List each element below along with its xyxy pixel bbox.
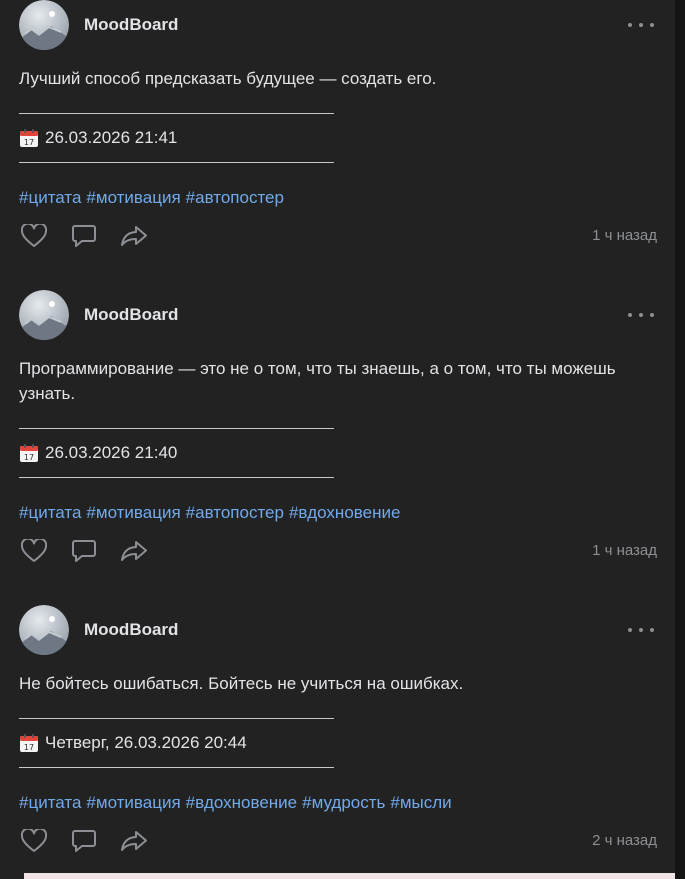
share-button[interactable]: [119, 221, 149, 251]
svg-text:17: 17: [24, 743, 34, 752]
news-feed: MoodBoard Лучший способ предсказать буду…: [0, 0, 675, 879]
heart-icon: [21, 539, 47, 562]
more-options-icon[interactable]: [628, 623, 654, 637]
post-author[interactable]: MoodBoard: [84, 15, 178, 35]
comment-icon: [72, 830, 96, 852]
comment-button[interactable]: [69, 221, 99, 251]
comment-button[interactable]: [69, 826, 99, 856]
divider: [19, 113, 334, 114]
divider: [19, 162, 334, 163]
post: MoodBoard Не бойтесь ошибаться. Бойтесь …: [0, 605, 675, 875]
post-date: 17 26.03.2026 21:40: [19, 442, 177, 464]
comment-icon: [72, 225, 96, 247]
comment-icon: [72, 540, 96, 562]
calendar-icon: 17: [20, 734, 38, 752]
hashtag-link[interactable]: #цитата: [19, 188, 81, 207]
avatar[interactable]: [19, 0, 69, 50]
hashtag-link[interactable]: #вдохновение: [186, 793, 297, 812]
like-button[interactable]: [19, 536, 49, 566]
hashtag-link[interactable]: #мотивация: [86, 793, 180, 812]
share-button[interactable]: [119, 536, 149, 566]
divider: [19, 718, 334, 719]
avatar[interactable]: [19, 605, 69, 655]
hashtags: #цитата #мотивация #автопостер: [19, 187, 289, 209]
hashtag-link[interactable]: #мудрость: [302, 793, 385, 812]
avatar[interactable]: [19, 290, 69, 340]
share-icon: [121, 541, 147, 561]
divider: [19, 428, 334, 429]
hashtag-link[interactable]: #мысли: [390, 793, 451, 812]
calendar-icon: 17: [20, 444, 38, 462]
like-button[interactable]: [19, 826, 49, 856]
page-background: [675, 0, 685, 879]
date-text: Четверг, 26.03.2026 20:44: [45, 733, 247, 752]
next-post-edge: [24, 873, 675, 879]
hashtag-link[interactable]: #автопостер: [186, 188, 284, 207]
share-icon: [121, 226, 147, 246]
svg-text:17: 17: [24, 138, 34, 147]
divider: [19, 767, 334, 768]
hashtags: #цитата #мотивация #вдохновение #мудрость #м…: [19, 792, 457, 814]
hashtags: #цитата #мотивация #автопостер #вдохновение: [19, 502, 405, 524]
share-button[interactable]: [119, 826, 149, 856]
calendar-icon: 17: [20, 129, 38, 147]
post: MoodBoard Лучший способ предсказать буду…: [0, 0, 675, 270]
date-text: 26.03.2026 21:40: [45, 443, 178, 462]
heart-icon: [21, 829, 47, 852]
post: MoodBoard Программирование — это не о то…: [0, 290, 675, 580]
post-time-ago[interactable]: 2 ч назад: [592, 831, 657, 851]
more-options-icon[interactable]: [628, 18, 654, 32]
hashtag-link[interactable]: #цитата: [19, 793, 81, 812]
post-author[interactable]: MoodBoard: [84, 620, 178, 640]
post-time-ago[interactable]: 1 ч назад: [592, 226, 657, 246]
divider: [19, 477, 334, 478]
date-text: 26.03.2026 21:41: [45, 128, 178, 147]
hashtag-link[interactable]: #цитата: [19, 503, 81, 522]
hashtag-link[interactable]: #мотивация: [86, 503, 180, 522]
comment-button[interactable]: [69, 536, 99, 566]
heart-icon: [21, 224, 47, 247]
like-button[interactable]: [19, 221, 49, 251]
post-text: Не бойтесь ошибаться. Бойтесь не учиться…: [19, 674, 464, 693]
hashtag-link[interactable]: #автопостер: [186, 503, 284, 522]
hashtag-link[interactable]: #вдохновение: [289, 503, 400, 522]
post-author[interactable]: MoodBoard: [84, 305, 178, 325]
post-time-ago[interactable]: 1 ч назад: [592, 541, 657, 561]
post-date: 17 Четверг, 26.03.2026 20:44: [19, 732, 247, 754]
post-text: Программирование — это не о том, что ты …: [19, 359, 616, 403]
post-text: Лучший способ предсказать будущее — созд…: [19, 69, 437, 88]
post-date: 17 26.03.2026 21:41: [19, 127, 177, 149]
share-icon: [121, 831, 147, 851]
svg-text:17: 17: [24, 453, 34, 462]
more-options-icon[interactable]: [628, 308, 654, 322]
hashtag-link[interactable]: #мотивация: [86, 188, 180, 207]
